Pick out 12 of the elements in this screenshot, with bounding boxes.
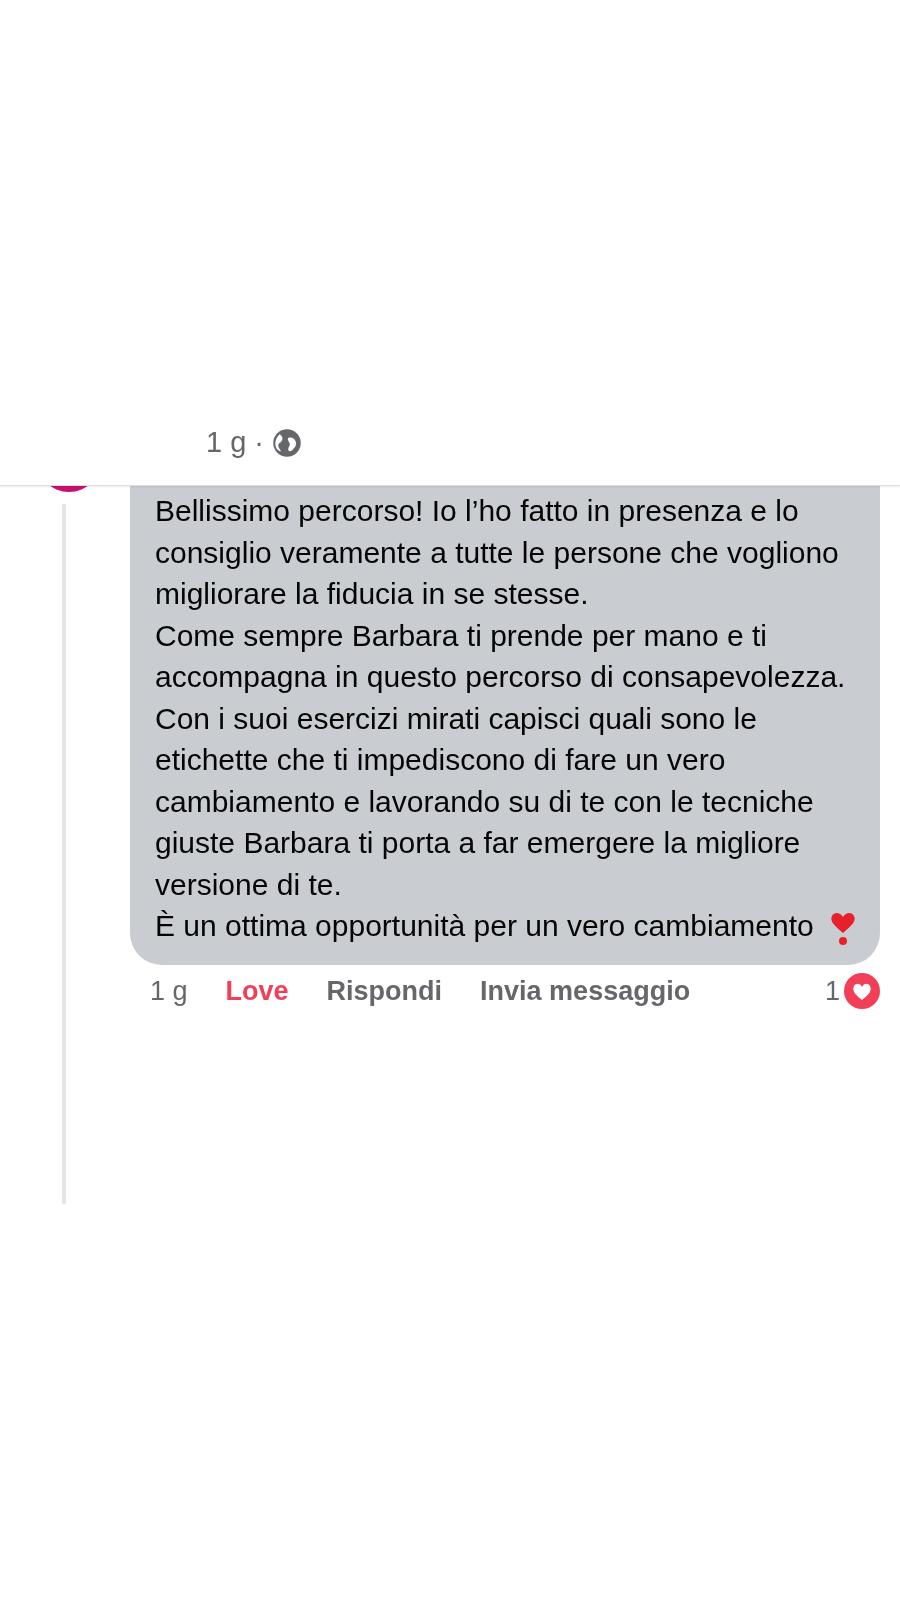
action-link[interactable]: Invia messaggio — [480, 975, 691, 1007]
comment-text: Bellissimo percorso! Io l’ho fatto in presenza e lo consiglio veramente a tutte le persone che vogliono migliorare la fiducia in se stesse. — [155, 493, 840, 612]
reaction-link[interactable]: Love — [225, 975, 289, 1007]
comment-text: È un ottima opportunità per un vero cambiamento — [155, 905, 858, 948]
comment-time: 1 g — [150, 975, 188, 1007]
reaction-count: 1 — [824, 975, 840, 1007]
post-time: 1 g — [206, 426, 247, 459]
globe-icon — [272, 427, 302, 458]
comment-text: Come sempre Barbara ti prende per mano e ti accompagna in questo percorso di consapevolezza. Con i suoi esercizi mirati capisci quali sono le etichette che ti impediscono di fare un vero cambiamento e lavorando su di te con le tecniche giuste Barbara ti porta a far emergere la migliore versione di te. — [155, 617, 847, 903]
action-link[interactable]: Rispondi — [326, 975, 443, 1007]
heart-reaction-icon — [844, 973, 880, 1010]
separator-dot: · — [254, 426, 264, 459]
